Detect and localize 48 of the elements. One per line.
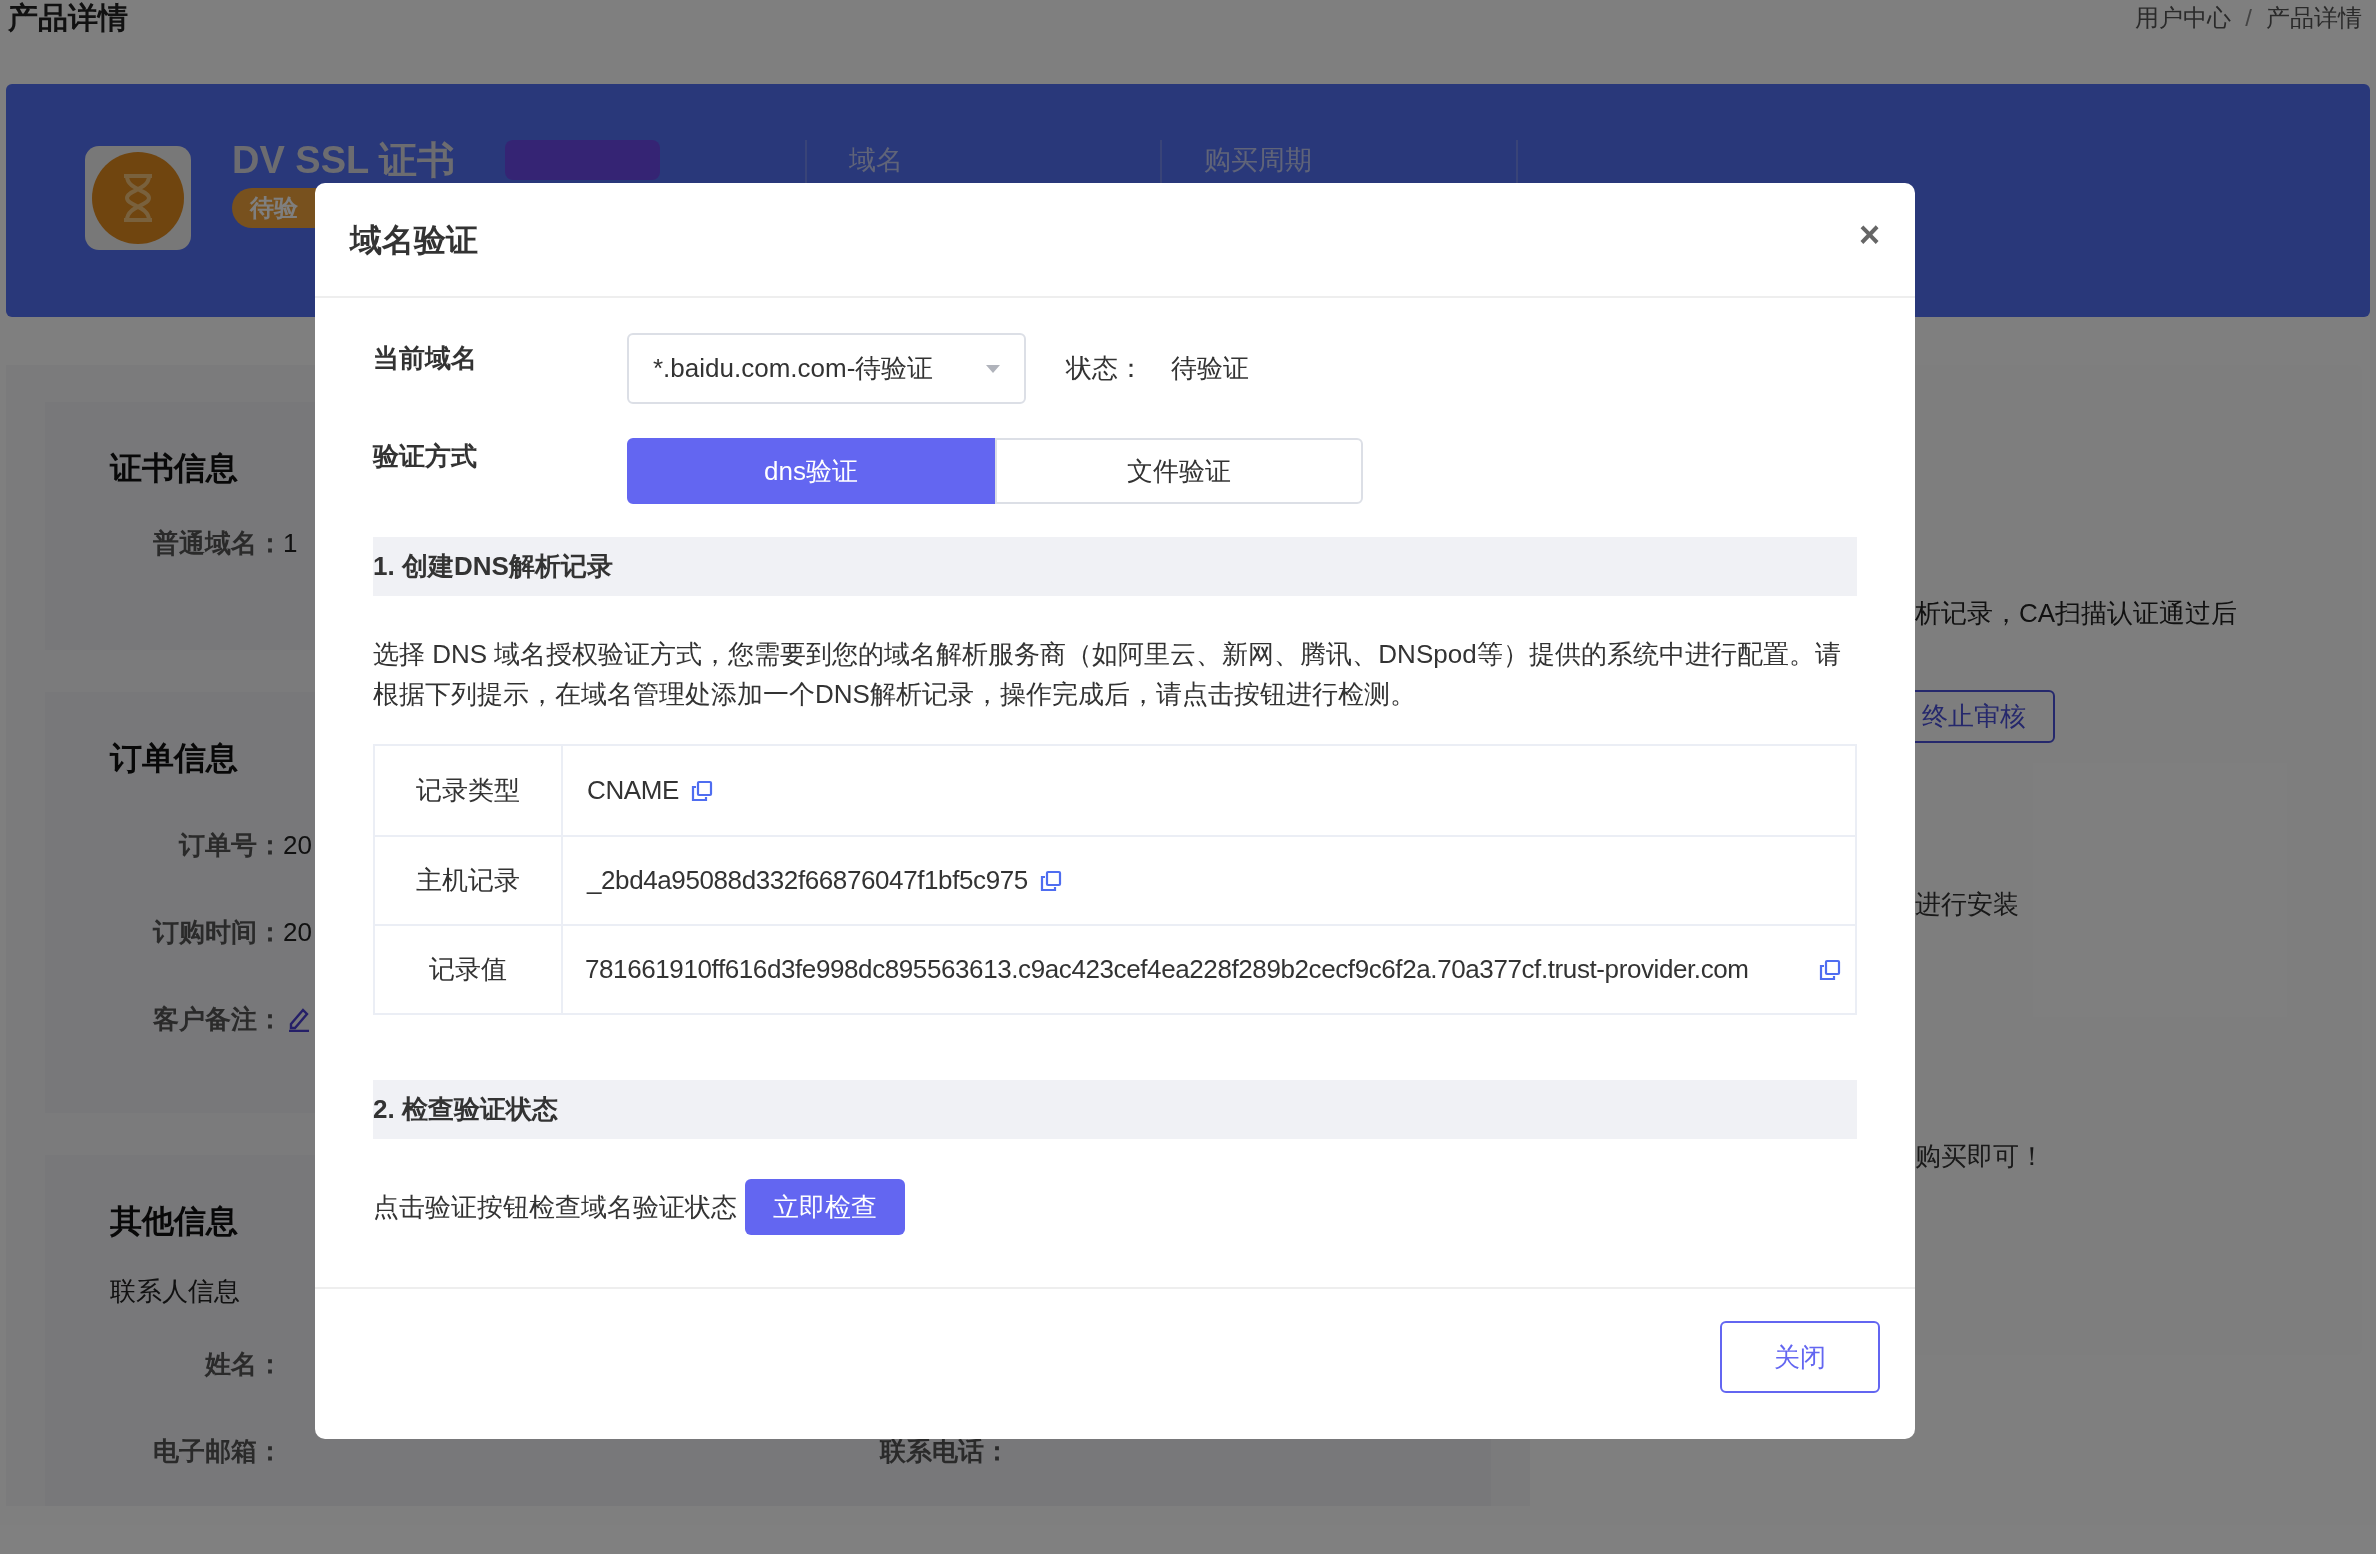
note-text: 进行安装	[1915, 888, 2020, 921]
breadcrumb-link[interactable]: 产品详情	[2266, 0, 2362, 36]
card-title: 订单信息	[110, 739, 238, 778]
field-label: 验证方式	[373, 440, 478, 473]
table-cell-text: 781661910ff616d3fe998dc895563613.c9ac423cef4ea228f289b2cecf9c6f2a.70a377cf.trust-provider.com	[585, 953, 1749, 986]
status-value: 待验证	[1171, 352, 1249, 385]
breadcrumb-link[interactable]: 用户中心	[2135, 0, 2232, 36]
table-cell: 记录值	[375, 926, 563, 1013]
caret-icon	[986, 364, 1000, 373]
section-header: 1. 创建DNS解析记录	[373, 537, 1857, 596]
close-button[interactable]: ×	[1858, 216, 1880, 253]
field-label: 客户备注：	[152, 1002, 283, 1036]
method-tab[interactable]: 文件验证	[995, 438, 1363, 504]
breadcrumb-separator: /	[2245, 3, 2252, 33]
instruction-text: 析记录，CA扫描认证通过后	[1915, 597, 2239, 630]
product-name: DV SSL 证书	[232, 140, 456, 180]
table-cell: 记录类型	[375, 746, 563, 835]
table-cell-text: _2bd4a95088d332f66876047f1bf5c975	[587, 864, 1028, 897]
close-dialog-button[interactable]: 关闭	[1720, 1321, 1880, 1393]
domain-select[interactable]: *.baidu.com.com-待验证	[627, 333, 1026, 404]
status-label: 状态：	[1066, 352, 1145, 385]
field-label: 订购时间：	[151, 915, 283, 949]
page-title: 产品详情	[8, 0, 128, 36]
field-label: 姓名：	[203, 1347, 283, 1381]
field-label: 联系电话：	[880, 1434, 1010, 1468]
edit-icon[interactable]	[287, 1006, 311, 1032]
copy-icon[interactable]	[690, 779, 713, 802]
table-cell: 主机记录	[375, 837, 563, 924]
field-value: 1	[283, 526, 298, 560]
field-label: 订单号：	[177, 828, 283, 862]
check-now-button[interactable]: 立即检查	[745, 1179, 905, 1235]
field-label: 电子邮箱：	[152, 1434, 283, 1468]
method-tab[interactable]: dns验证	[627, 438, 995, 504]
check-instruction: 点击验证按钮检查域名验证状态	[373, 1190, 737, 1224]
description-text: 选择 DNS 域名授权验证方式，您需要到您的域名解析服务商（如阿里云、新网、腾讯、DNSpod等）提供的系统中进行配置。请根据下列提示，在域名管理处添加一个DNS解析记录，操作完成后，请点击按钮进行检测。	[373, 638, 1842, 711]
hourglass-icon	[85, 146, 191, 250]
field-value: 20	[283, 915, 312, 949]
copy-icon[interactable]	[1819, 958, 1841, 981]
card-title: 其他信息	[110, 1202, 238, 1241]
table-cell-text: CNAME	[587, 774, 679, 807]
card-title: 证书信息	[110, 449, 238, 488]
field-label: 当前域名	[373, 342, 478, 375]
field-value: 20	[283, 828, 312, 862]
note-text: 购买即可！	[1915, 1140, 2046, 1173]
copy-icon[interactable]	[1039, 869, 1062, 892]
field-label: 普通域名：	[152, 526, 283, 560]
section-header: 2. 检查验证状态	[373, 1080, 1857, 1139]
section-label: 联系人信息	[110, 1275, 240, 1308]
